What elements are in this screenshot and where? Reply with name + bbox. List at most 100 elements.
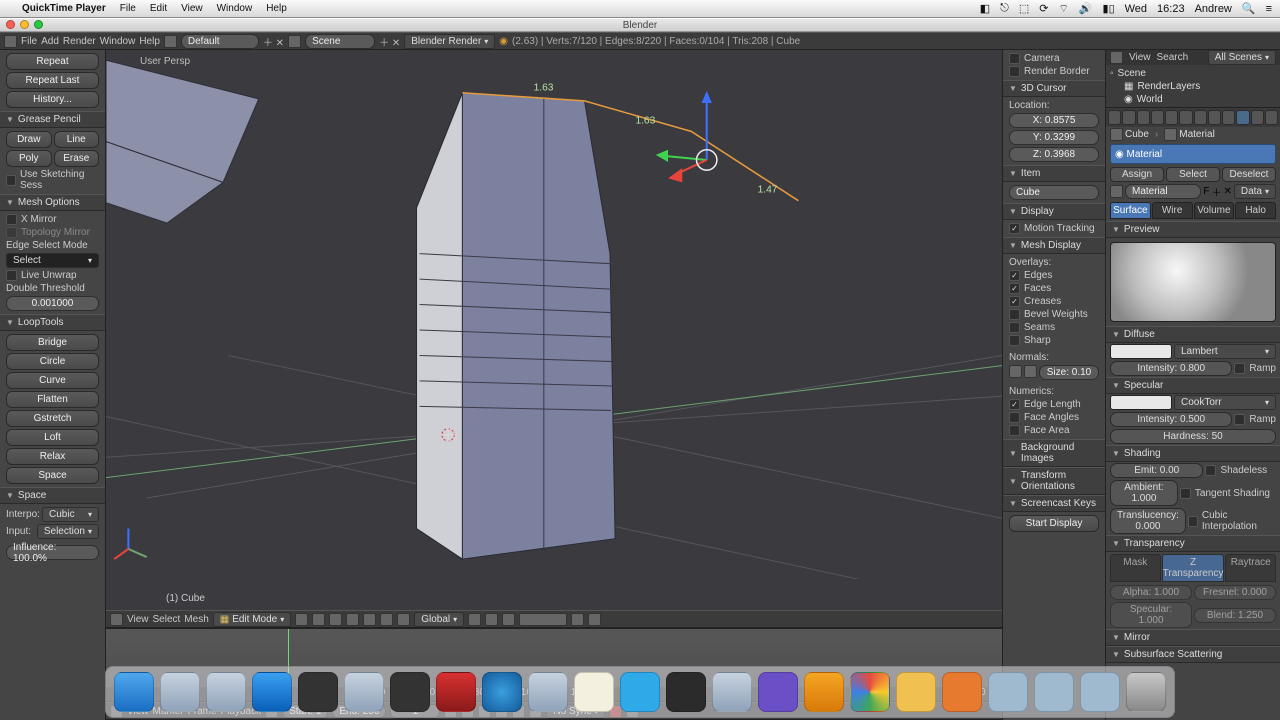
snap-target-icon[interactable] bbox=[485, 613, 498, 626]
close-icon[interactable] bbox=[6, 20, 15, 29]
tb-window[interactable]: Window bbox=[100, 36, 136, 47]
manipulator-toggle-icon[interactable] bbox=[329, 613, 342, 626]
app-name[interactable]: QuickTime Player bbox=[22, 3, 106, 14]
folder-icon[interactable] bbox=[1034, 672, 1074, 712]
skype-icon[interactable] bbox=[620, 672, 660, 712]
looptool-relax[interactable]: Relax bbox=[6, 448, 99, 465]
specular-header[interactable]: Specular bbox=[1106, 377, 1280, 394]
window-titlebar[interactable]: Blender bbox=[0, 18, 1280, 32]
overlay-faces[interactable]: Faces bbox=[1009, 283, 1099, 294]
item-name-field[interactable]: Cube bbox=[1009, 185, 1099, 200]
limit-sel-icon[interactable] bbox=[397, 613, 410, 626]
select-button[interactable]: Select bbox=[1166, 167, 1220, 182]
numeric-edge-length[interactable]: Edge Length bbox=[1009, 399, 1099, 410]
app-icon[interactable] bbox=[712, 672, 752, 712]
numeric-face-angles[interactable]: Face Angles bbox=[1009, 412, 1099, 423]
ol-search[interactable]: Search bbox=[1157, 52, 1189, 63]
status-icon[interactable]: ◧ bbox=[980, 2, 990, 15]
start-display-button[interactable]: Start Display bbox=[1009, 515, 1099, 532]
layout-browse-icon[interactable] bbox=[164, 35, 177, 48]
ambient-field[interactable]: Ambient: 1.000 bbox=[1110, 480, 1178, 506]
editor-type-icon[interactable] bbox=[4, 35, 17, 48]
edge-select-dropdown[interactable]: Select▾ bbox=[6, 253, 99, 268]
edge-select-icon[interactable] bbox=[363, 613, 376, 626]
scene-browse-icon[interactable] bbox=[288, 35, 301, 48]
scene-add-icon[interactable]: ＋ ✕ bbox=[379, 34, 400, 49]
motion-check[interactable]: Motion Tracking bbox=[1009, 223, 1099, 234]
tb-add[interactable]: Add bbox=[41, 36, 59, 47]
looptool-gstretch[interactable]: Gstretch bbox=[6, 410, 99, 427]
prop-edit-icon[interactable] bbox=[502, 613, 515, 626]
outliner-filter-dropdown[interactable]: All Scenes▾ bbox=[1208, 50, 1276, 65]
diffuse-header[interactable]: Diffuse bbox=[1106, 326, 1280, 343]
imovie-icon[interactable] bbox=[390, 672, 430, 712]
notification-icon[interactable]: ≡ bbox=[1266, 3, 1272, 15]
launchpad-icon[interactable] bbox=[160, 672, 200, 712]
status-icon[interactable]: ⟳ bbox=[1039, 2, 1048, 15]
render-anim-icon[interactable] bbox=[588, 613, 601, 626]
gp-line[interactable]: Line bbox=[54, 131, 100, 148]
tangent-check[interactable]: Tangent Shading bbox=[1180, 488, 1270, 499]
dvd-icon[interactable] bbox=[298, 672, 338, 712]
grease-pencil-header[interactable]: Grease Pencil bbox=[0, 111, 105, 128]
spotlight-icon[interactable]: 🔍 bbox=[1242, 2, 1256, 15]
topo-mirror-check[interactable]: Topology Mirror bbox=[6, 227, 99, 238]
menu-help[interactable]: Help bbox=[266, 3, 287, 14]
mac-dock[interactable] bbox=[105, 666, 1175, 718]
folder-icon[interactable] bbox=[1080, 672, 1120, 712]
transform-manipulator[interactable] bbox=[656, 91, 717, 183]
folder-icon[interactable] bbox=[988, 672, 1028, 712]
gp-draw[interactable]: Draw bbox=[6, 131, 52, 148]
cursor-z[interactable]: Z: 0.3968 bbox=[1009, 147, 1099, 162]
photobooth-icon[interactable] bbox=[436, 672, 476, 712]
sysprefs-icon[interactable] bbox=[528, 672, 568, 712]
x-mirror-check[interactable]: X Mirror bbox=[6, 214, 99, 225]
zoom-icon[interactable] bbox=[34, 20, 43, 29]
looptool-space[interactable]: Space bbox=[6, 467, 99, 484]
menu-window[interactable]: Window bbox=[217, 3, 253, 14]
trash-icon[interactable] bbox=[1126, 672, 1166, 712]
volume-icon[interactable]: 🔊 bbox=[1079, 2, 1093, 15]
viewport-3d[interactable]: 1.63 1.63 1.47 bbox=[106, 50, 1002, 628]
chrome-icon[interactable] bbox=[850, 672, 890, 712]
material-type-tabs[interactable]: Surface Wire Volume Halo bbox=[1110, 202, 1276, 219]
cubic-check[interactable]: Cubic Interpolation bbox=[1188, 510, 1276, 532]
render-icon[interactable] bbox=[571, 613, 584, 626]
live-unwrap-check[interactable]: Live Unwrap bbox=[6, 270, 99, 281]
layout-add-icon[interactable]: ＋ ✕ bbox=[263, 34, 284, 49]
tb-file[interactable]: File bbox=[21, 36, 37, 47]
translu-field[interactable]: Translucency: 0.000 bbox=[1110, 508, 1186, 534]
double-thr-field[interactable]: 0.001000 bbox=[6, 296, 99, 311]
viewport-canvas[interactable]: 1.63 1.63 1.47 bbox=[106, 50, 1002, 579]
mirror-header[interactable]: Mirror bbox=[1106, 629, 1280, 646]
sss-header[interactable]: Subsurface Scattering bbox=[1106, 646, 1280, 663]
overlay-edges[interactable]: Edges bbox=[1009, 270, 1099, 281]
mat-browse-icon[interactable] bbox=[1110, 185, 1123, 198]
properties-context-tabs[interactable] bbox=[1106, 108, 1280, 127]
menu-edit[interactable]: Edit bbox=[150, 3, 167, 14]
shading-icon[interactable] bbox=[295, 613, 308, 626]
status-icon[interactable]: ⎋ bbox=[1000, 2, 1009, 15]
space-header[interactable]: Space bbox=[0, 487, 105, 504]
diffuse-ramp-check[interactable]: Ramp bbox=[1234, 363, 1276, 374]
mesh-options-header[interactable]: Mesh Options bbox=[0, 194, 105, 211]
specular-intensity[interactable]: Intensity: 0.500 bbox=[1110, 412, 1232, 427]
shadeless-check[interactable]: Shadeless bbox=[1205, 465, 1267, 476]
gp-sketch-check[interactable]: Use Sketching Sess bbox=[6, 169, 99, 191]
history-button[interactable]: History... bbox=[6, 91, 99, 108]
interp-dropdown[interactable]: Cubic▾ bbox=[42, 507, 99, 522]
camera-check[interactable]: Camera bbox=[1009, 53, 1099, 64]
item-header[interactable]: Item bbox=[1003, 165, 1105, 182]
transform-orient-header[interactable]: Transform Orientations bbox=[1003, 467, 1105, 495]
battery-icon[interactable]: ▮▯ bbox=[1103, 2, 1115, 15]
looptool-loft[interactable]: Loft bbox=[6, 429, 99, 446]
blender-icon[interactable] bbox=[804, 672, 844, 712]
looptool-circle[interactable]: Circle bbox=[6, 353, 99, 370]
ol-view[interactable]: View bbox=[1129, 52, 1151, 63]
cursor-x[interactable]: X: 0.8575 bbox=[1009, 113, 1099, 128]
dropbox-icon[interactable]: ⬚ bbox=[1019, 2, 1029, 15]
vp-menu-select[interactable]: Select bbox=[153, 614, 181, 625]
traffic-lights[interactable] bbox=[6, 20, 43, 29]
screencast-header[interactable]: Screencast Keys bbox=[1003, 495, 1105, 512]
gp-poly[interactable]: Poly bbox=[6, 150, 52, 167]
